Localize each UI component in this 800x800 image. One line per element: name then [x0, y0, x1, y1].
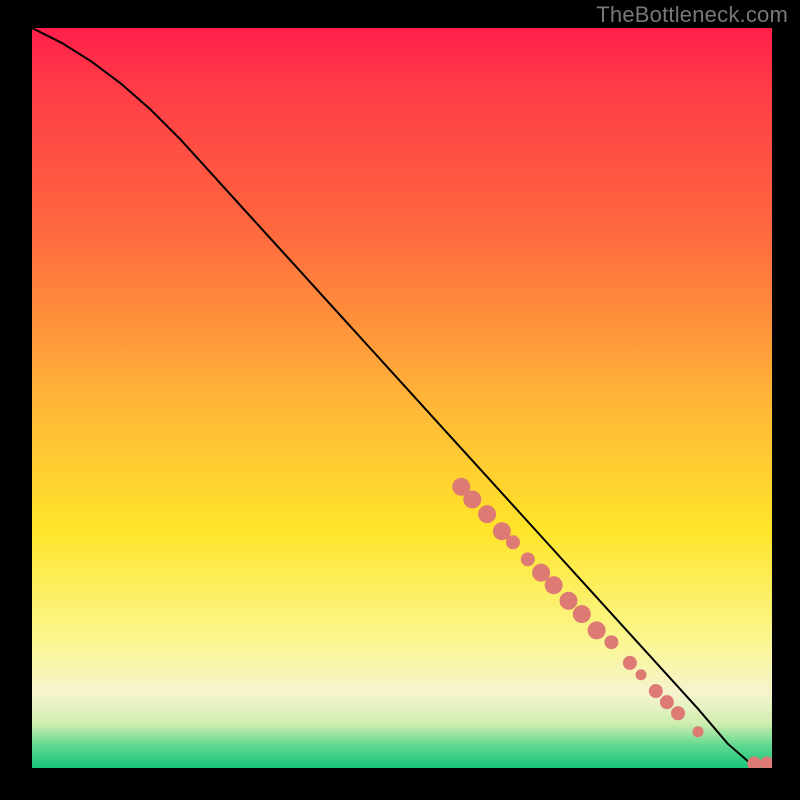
data-point [506, 535, 520, 549]
data-point [636, 669, 647, 680]
chart-stage: TheBottleneck.com [0, 0, 800, 800]
data-point [604, 635, 618, 649]
data-point [560, 592, 578, 610]
data-point [747, 757, 761, 768]
data-point [623, 656, 637, 670]
data-point [649, 684, 663, 698]
data-point [521, 552, 535, 566]
data-point [588, 621, 606, 639]
data-point [478, 505, 496, 523]
watermark-text: TheBottleneck.com [596, 2, 788, 28]
data-point [693, 726, 704, 737]
data-point [671, 706, 685, 720]
data-point [545, 576, 563, 594]
data-point [660, 695, 674, 709]
plot-area [32, 28, 772, 768]
data-point [463, 490, 481, 508]
points-layer [32, 28, 772, 768]
data-point [573, 605, 591, 623]
data-point [760, 757, 772, 768]
